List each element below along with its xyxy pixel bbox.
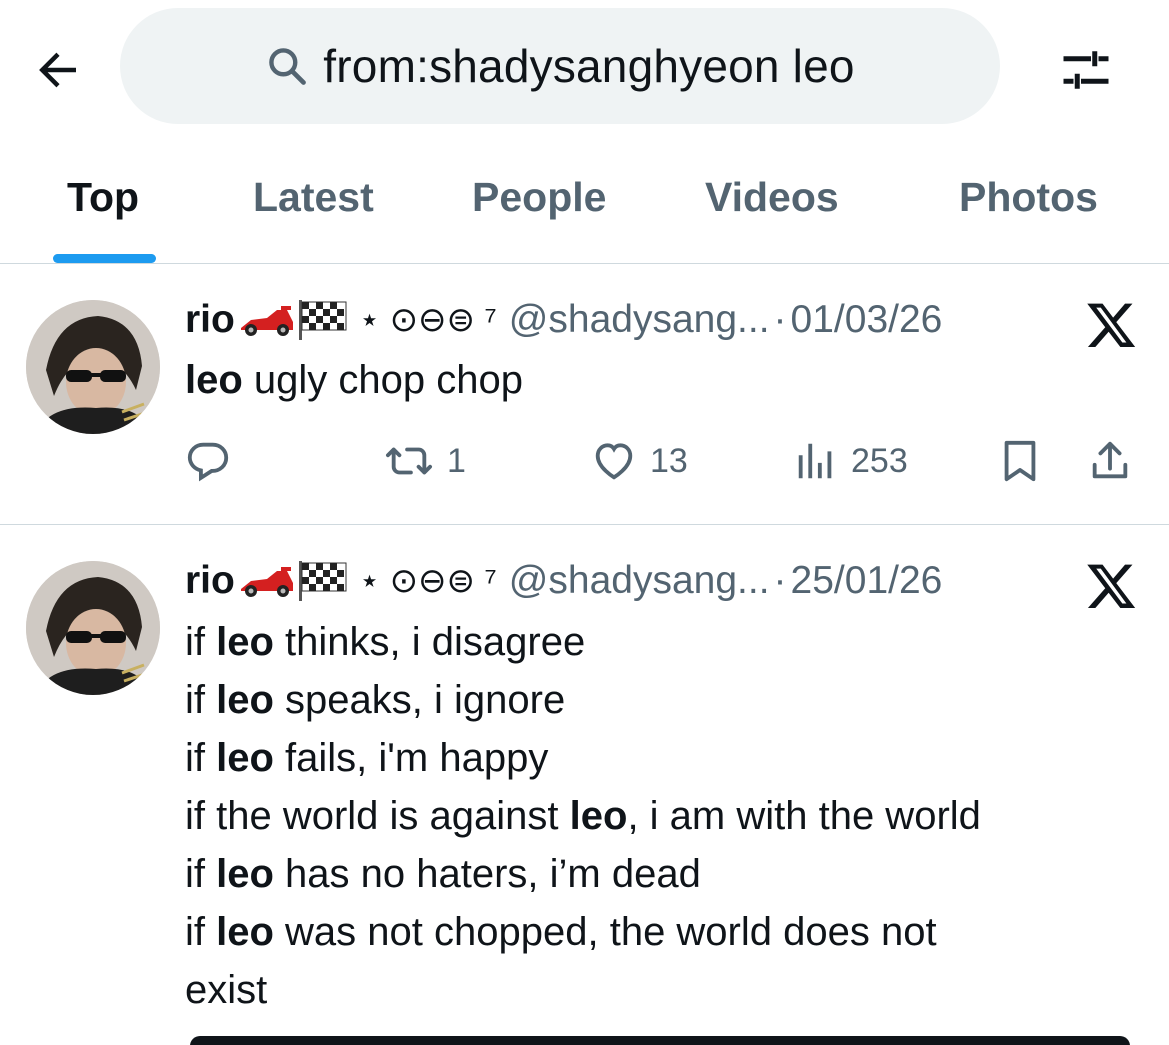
text-segment: fails, i'm happy [273, 736, 549, 780]
text-segment: was not chopped, the world does not [273, 910, 937, 954]
heart-icon [595, 443, 633, 480]
avatar[interactable] [26, 561, 160, 695]
separator: · [773, 298, 787, 341]
tweet-2[interactable]: rio ⋆ ⊙⊖⊜ ⁷ @shadysang... · 25/01/26 if … [0, 525, 1169, 1045]
name-suffix: ⋆ ⊙⊖⊜ ⁷ [358, 301, 497, 339]
avatar-photo [26, 561, 160, 695]
sliders-icon [1063, 51, 1109, 89]
highlighted-keyword: leo [569, 794, 628, 838]
tweet-text-line: exist [185, 961, 981, 1019]
display-name[interactable]: rio [185, 559, 235, 603]
text-segment: if the world is against [185, 794, 570, 838]
tweet-actions: 1 13 253 [185, 430, 1145, 490]
search-tabs: Top Latest People Videos Photos [0, 150, 1169, 263]
x-logo-icon [1087, 564, 1136, 609]
share-button[interactable] [1087, 438, 1133, 484]
search-filter-button[interactable] [1050, 34, 1122, 106]
like-button[interactable]: 13 [590, 438, 688, 484]
tweet-header: rio ⋆ ⊙⊖⊜ ⁷ @shadysang... · 25/01/26 [185, 553, 942, 609]
tab-latest[interactable]: Latest [253, 174, 374, 221]
tweet-text-line: if leo has no haters, i’m dead [185, 845, 981, 903]
text-segment: if [185, 736, 217, 780]
retweet-count: 1 [447, 441, 466, 480]
share-icon [1092, 441, 1128, 479]
name-suffix: ⋆ ⊙⊖⊜ ⁷ [358, 562, 497, 600]
bookmark-button[interactable] [997, 438, 1043, 484]
tweet-date[interactable]: 25/01/26 [791, 559, 943, 603]
search-icon [269, 48, 307, 85]
text-segment: if [185, 678, 217, 722]
tab-videos[interactable]: Videos [705, 174, 839, 221]
active-tab-indicator [53, 254, 156, 263]
tweet-text-line: leo ugly chop chop [185, 351, 523, 409]
highlighted-keyword: leo [216, 678, 274, 722]
bookmark-icon [1004, 440, 1036, 482]
view-count: 253 [851, 441, 908, 480]
highlighted-keyword: leo [216, 736, 274, 780]
tweet-date[interactable]: 01/03/26 [791, 298, 943, 342]
tweet-1[interactable]: rio ⋆ ⊙⊖⊜ ⁷ @shadysang... · 01/03/26 leo… [0, 264, 1169, 524]
tweet-header: rio ⋆ ⊙⊖⊜ ⁷ @shadysang... · 01/03/26 [185, 292, 942, 348]
checkered-flag-icon [298, 561, 347, 601]
retweet-button[interactable]: 1 [383, 438, 466, 484]
search-results-screen: from:shadysanghyeon leo Top Latest Peopl… [0, 0, 1169, 1045]
text-segment: thinks, i disagree [273, 620, 586, 664]
tweet-text: leo ugly chop chop [185, 351, 523, 409]
x-logo-icon [1087, 303, 1136, 348]
text-segment: if [185, 910, 217, 954]
like-count: 13 [650, 441, 688, 480]
tweet-text-line: if leo speaks, i ignore [185, 671, 981, 729]
race-car-icon [240, 306, 293, 336]
text-segment: if [185, 852, 217, 896]
text-segment: speaks, i ignore [273, 678, 566, 722]
highlighted-keyword: leo [216, 910, 274, 954]
highlighted-keyword: leo [216, 620, 274, 664]
tweet-text-line: if leo thinks, i disagree [185, 613, 981, 671]
handle[interactable]: @shadysang... [509, 559, 770, 603]
race-car-icon [240, 567, 293, 597]
tweet-text-line: if leo fails, i'm happy [185, 729, 981, 787]
search-input[interactable]: from:shadysanghyeon leo [120, 8, 1000, 124]
highlighted-keyword: leo [216, 852, 274, 896]
search-header: from:shadysanghyeon leo [0, 0, 1169, 140]
tweet-text-line: if leo was not chopped, the world does n… [185, 903, 981, 961]
tab-photos[interactable]: Photos [959, 174, 1098, 221]
text-segment: has no haters, i’m dead [273, 852, 701, 896]
back-button[interactable] [26, 38, 90, 102]
highlighted-keyword: leo [185, 358, 243, 402]
tab-people[interactable]: People [472, 174, 606, 221]
text-segment: exist [185, 968, 268, 1012]
reply-icon [187, 442, 229, 482]
bottom-overlay-bar [190, 1036, 1130, 1045]
retweet-icon [385, 447, 432, 475]
arrow-left-icon [39, 52, 76, 88]
reply-button[interactable] [185, 438, 231, 484]
tweet-text: if leo thinks, i disagree if leo speaks, … [185, 613, 981, 1019]
text-segment: if [185, 620, 217, 664]
display-name[interactable]: rio [185, 298, 235, 342]
tab-top[interactable]: Top [67, 174, 139, 221]
name-decorations: ⋆ ⊙⊖⊜ ⁷ [237, 559, 497, 603]
views-chart-icon [798, 443, 832, 479]
search-query-text: from:shadysanghyeon leo [323, 40, 855, 92]
avatar[interactable] [26, 300, 160, 434]
views-button[interactable]: 253 [793, 438, 908, 484]
separator: · [773, 559, 787, 602]
text-segment: ugly chop chop [242, 358, 523, 402]
tweet-text-line: if the world is against leo, i am with t… [185, 787, 981, 845]
text-segment: , i am with the world [627, 794, 981, 838]
handle[interactable]: @shadysang... [509, 298, 770, 342]
avatar-photo [26, 300, 160, 434]
checkered-flag-icon [298, 300, 347, 340]
name-decorations: ⋆ ⊙⊖⊜ ⁷ [237, 298, 497, 342]
